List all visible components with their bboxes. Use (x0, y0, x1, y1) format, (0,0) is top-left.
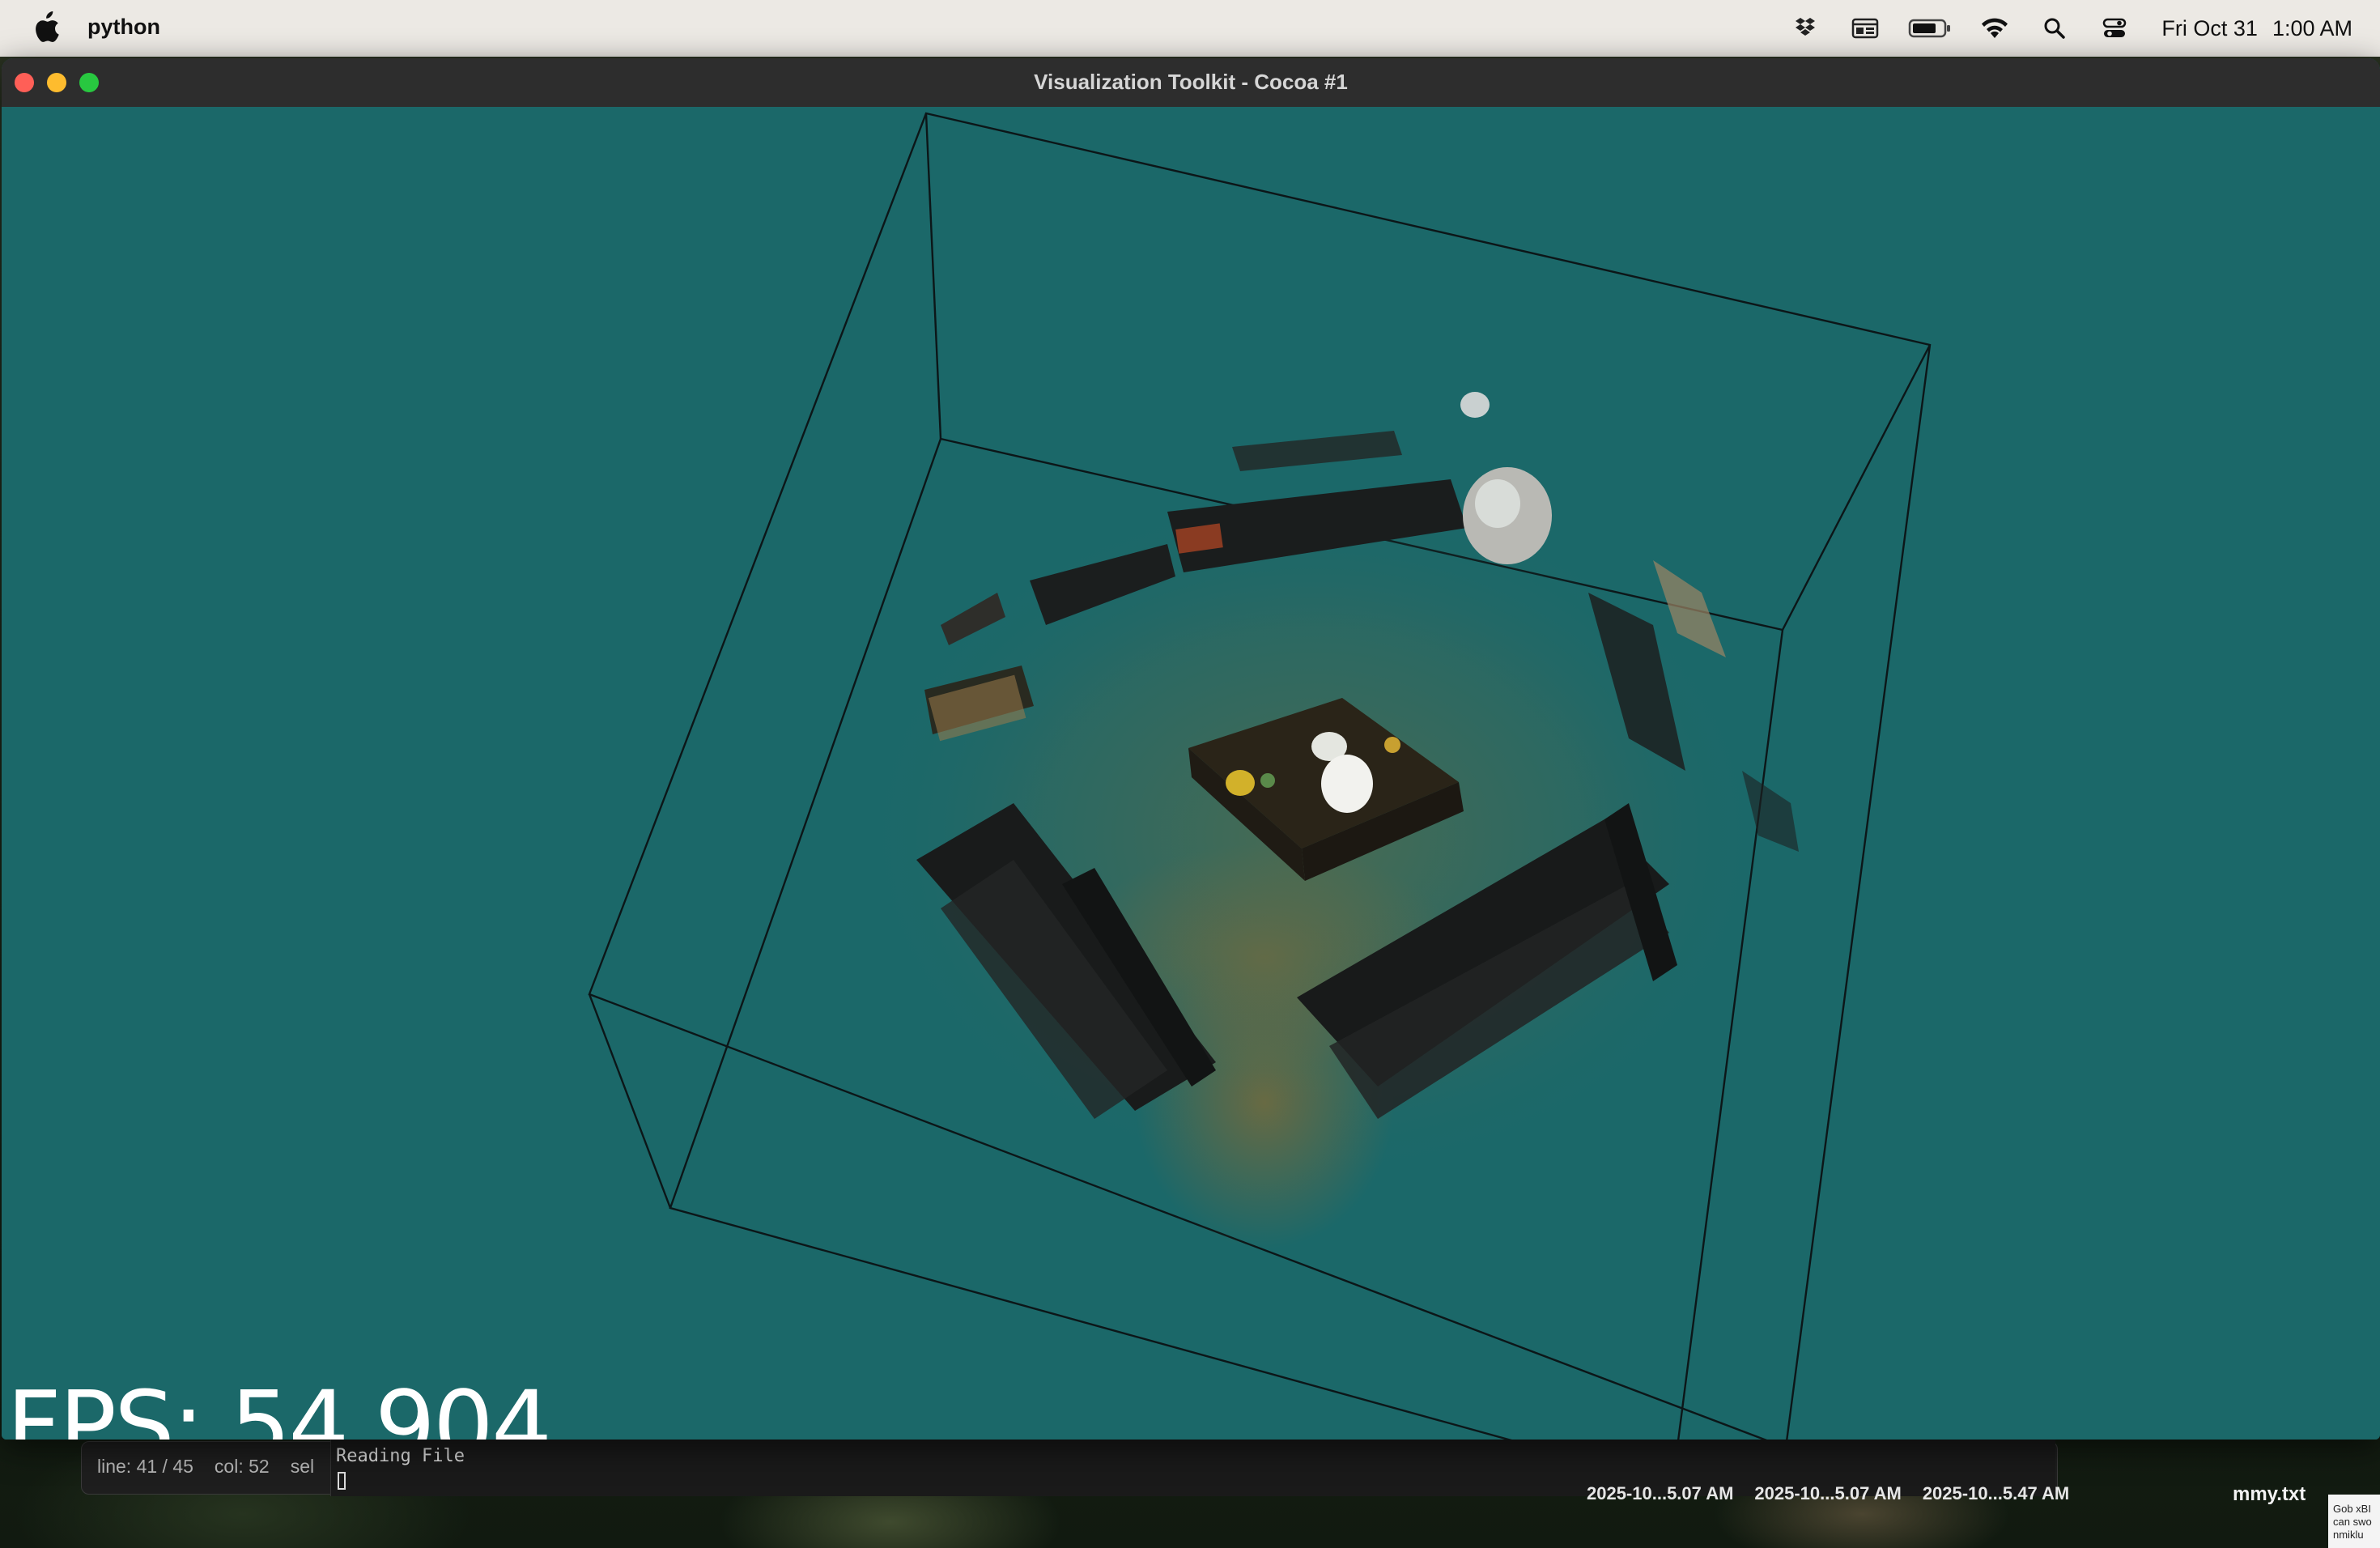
desktop-icon-labels: 2025-10...5.07 AM 2025-10...5.07 AM 2025-1… (1587, 1483, 2090, 1504)
control-center-icon[interactable] (2097, 11, 2132, 46)
editor-sel-indicator[interactable]: sel (291, 1456, 314, 1477)
wifi-icon[interactable] (1977, 11, 2012, 46)
window-icon[interactable] (1847, 11, 1883, 46)
terminal-cursor (338, 1472, 346, 1490)
editor-col-indicator[interactable]: col: 52 (215, 1456, 270, 1477)
point-cloud (860, 392, 1799, 1248)
desktop-file-label[interactable]: 2025-10...5.07 AM (1754, 1483, 1901, 1503)
window-titlebar[interactable]: Visualization Toolkit - Cocoa #1 (2, 58, 2380, 108)
window-title: Visualization Toolkit - Cocoa #1 (1034, 70, 1348, 94)
apple-icon[interactable] (32, 11, 60, 44)
menubar-time[interactable]: 1:00 AM (2272, 16, 2352, 41)
terminal-output: Reading File (336, 1446, 465, 1466)
menubar-date[interactable]: Fri Oct 31 (2161, 16, 2258, 41)
vtk-window[interactable]: Visualization Toolkit - Cocoa #1 FPS: 54… (2, 58, 2380, 1440)
editor-line-indicator[interactable]: line: 41 / 45 (97, 1456, 193, 1477)
dropbox-icon[interactable] (1787, 11, 1823, 46)
desktop-file-label[interactable]: 2025-10...5.47 AM (1923, 1483, 2069, 1503)
menu-bar: python Fri Oct 31 1:00 AM (0, 0, 2380, 57)
status-area: Fri Oct 31 1:00 AM (1763, 0, 2352, 57)
search-icon[interactable] (2037, 11, 2072, 46)
desktop-file-label[interactable]: 2025-10...5.07 AM (1587, 1483, 1733, 1503)
point-cloud-scene[interactable] (2, 107, 2380, 1440)
fps-counter: FPS: 54.904 (6, 1370, 552, 1440)
battery-icon[interactable] (1907, 11, 1953, 46)
notification-snippet[interactable]: Gob xBI can swo nmiklu (2328, 1495, 2380, 1548)
editor-status-bar: line: 41 / 45 col: 52 sel (97, 1456, 335, 1478)
desktop-file-mmy[interactable]: mmy.txt (2233, 1483, 2306, 1506)
app-name[interactable]: python (87, 15, 160, 40)
render-viewport[interactable]: FPS: 54.904 (2, 107, 2380, 1440)
